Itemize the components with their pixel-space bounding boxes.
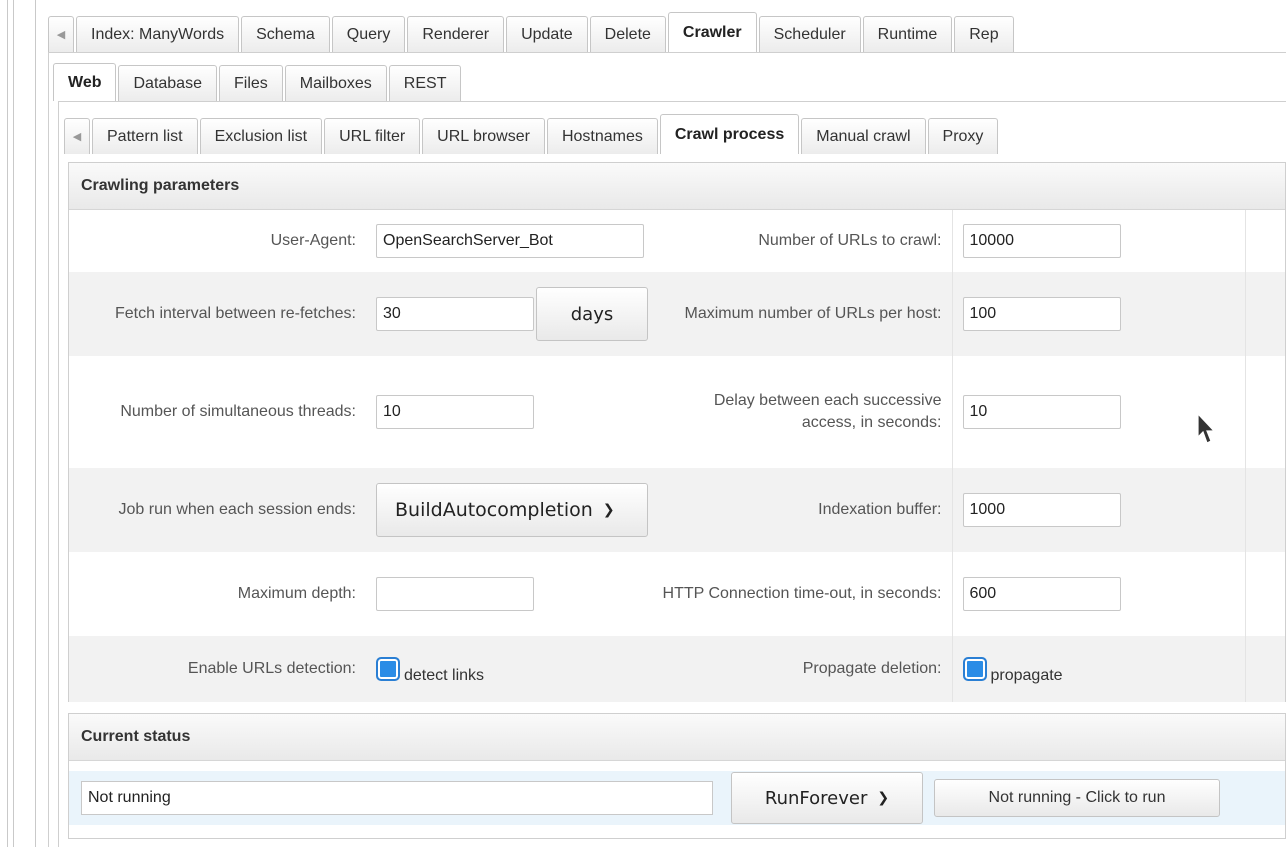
- crawler-subtab-bar: Web Database Files Mailboxes REST: [53, 63, 463, 101]
- tab-query[interactable]: Query: [331, 16, 406, 52]
- crawling-parameters-title: Crawling parameters: [69, 163, 1285, 210]
- tab-crawl-process[interactable]: Crawl process: [659, 114, 800, 154]
- param-row: User-Agent: Number of URLs to crawl:: [69, 210, 1285, 272]
- tab-runtime[interactable]: Runtime: [862, 16, 953, 52]
- checkbox-checked-icon: [376, 657, 400, 681]
- run-mode-value: RunForever: [764, 787, 868, 809]
- tab-crawler[interactable]: Crawler: [667, 12, 757, 52]
- threads-label: Number of simultaneous threads:: [120, 403, 356, 420]
- index-buffer-input[interactable]: [962, 493, 1121, 527]
- web-subtab-bar: ◀ Pattern list Exclusion list URL filter…: [64, 114, 1000, 154]
- tab-update[interactable]: Update: [506, 16, 588, 52]
- status-field: Not running: [81, 781, 713, 815]
- fetch-interval-label: Fetch interval between re-fetches:: [69, 272, 366, 356]
- max-urls-host-label: Maximum number of URLs per host:: [656, 272, 952, 356]
- chevron-down-icon: ❯: [602, 502, 615, 518]
- fetch-interval-unit-select[interactable]: days: [536, 287, 648, 341]
- user-agent-input[interactable]: [376, 224, 644, 258]
- job-select-value: BuildAutocompletion: [395, 499, 593, 521]
- enable-urls-label: Enable URLs detection:: [69, 636, 366, 702]
- subtabs-scroll-left-icon[interactable]: ◀: [64, 118, 90, 154]
- max-depth-input[interactable]: [376, 577, 534, 611]
- current-status-title: Current status: [69, 714, 1285, 761]
- fetch-interval-combo: days: [376, 287, 656, 341]
- current-status-section: Current status Not running RunForever ❯ …: [68, 713, 1286, 839]
- crawling-parameters-section: Crawling parameters User-Agent: Number o…: [68, 162, 1286, 702]
- http-timeout-input[interactable]: [962, 577, 1121, 611]
- tabs-scroll-left-icon[interactable]: ◀: [48, 16, 74, 52]
- index-buffer-label: Indexation buffer:: [656, 468, 952, 552]
- tab-manual-crawl[interactable]: Manual crawl: [801, 118, 926, 154]
- param-row: Fetch interval between re-fetches: days …: [69, 272, 1285, 356]
- crawling-parameters-table: User-Agent: Number of URLs to crawl: Fet…: [69, 210, 1285, 702]
- tab-delete[interactable]: Delete: [589, 16, 666, 52]
- tab-hostnames[interactable]: Hostnames: [546, 118, 658, 154]
- delay-label: Delay between each successive access, in…: [713, 392, 942, 431]
- frame-border-left: [7, 0, 8, 847]
- tab-scheduler[interactable]: Scheduler: [758, 16, 861, 52]
- checkbox-checked-icon: [962, 657, 987, 681]
- max-urls-host-input[interactable]: [962, 297, 1121, 331]
- user-agent-label: User-Agent:: [270, 232, 356, 249]
- num-urls-input[interactable]: [962, 224, 1121, 258]
- tab-index[interactable]: Index: ManyWords: [76, 16, 240, 52]
- http-timeout-label: HTTP Connection time-out, in seconds:: [662, 585, 942, 602]
- job-select[interactable]: BuildAutocompletion ❯: [376, 483, 648, 537]
- param-row: Number of simultaneous threads: Delay be…: [69, 356, 1285, 468]
- num-urls-label: Number of URLs to crawl:: [758, 232, 942, 249]
- tab-mailboxes[interactable]: Mailboxes: [284, 65, 387, 101]
- tab-url-filter[interactable]: URL filter: [324, 118, 421, 154]
- job-label: Job run when each session ends:: [69, 468, 366, 552]
- tab-schema[interactable]: Schema: [241, 16, 330, 52]
- tab-rest[interactable]: REST: [388, 65, 462, 101]
- propagate-label: Propagate deletion:: [656, 636, 952, 702]
- propagate-checkbox[interactable]: propagate: [962, 653, 1245, 685]
- top-tab-bar: ◀ Index: ManyWords Schema Query Renderer…: [48, 12, 1016, 52]
- tab-renderer[interactable]: Renderer: [407, 16, 505, 52]
- detect-links-label: detect links: [404, 667, 485, 684]
- run-mode-select[interactable]: RunForever ❯: [731, 772, 923, 824]
- tab-files[interactable]: Files: [218, 65, 283, 101]
- tab-proxy[interactable]: Proxy: [927, 118, 999, 154]
- delay-input[interactable]: [962, 395, 1121, 429]
- chevron-down-icon: ❯: [877, 790, 890, 806]
- param-row: Maximum depth: HTTP Connection time-out,…: [69, 552, 1285, 636]
- detect-links-checkbox[interactable]: detect links: [376, 653, 656, 685]
- tab-rep[interactable]: Rep: [954, 16, 1014, 52]
- status-row: Not running RunForever ❯ Not running - C…: [69, 771, 1285, 825]
- tab-exclusion-list[interactable]: Exclusion list: [199, 118, 323, 154]
- frame-border-inner: [13, 0, 14, 847]
- threads-input[interactable]: [376, 395, 534, 429]
- tab-pattern-list[interactable]: Pattern list: [92, 118, 198, 154]
- param-row: Job run when each session ends: BuildAut…: [69, 468, 1285, 552]
- max-depth-label: Maximum depth:: [237, 585, 356, 602]
- tab-web[interactable]: Web: [53, 63, 117, 101]
- tab-url-browser[interactable]: URL browser: [422, 118, 545, 154]
- fetch-interval-input[interactable]: [376, 297, 534, 331]
- run-button[interactable]: Not running - Click to run: [934, 779, 1220, 817]
- propagate-checkbox-label: propagate: [990, 667, 1063, 684]
- param-row: Enable URLs detection: detect links Prop…: [69, 636, 1285, 702]
- mouse-pointer-icon: [1197, 413, 1216, 444]
- tab-database[interactable]: Database: [118, 65, 217, 101]
- frame-border-content: [35, 0, 36, 847]
